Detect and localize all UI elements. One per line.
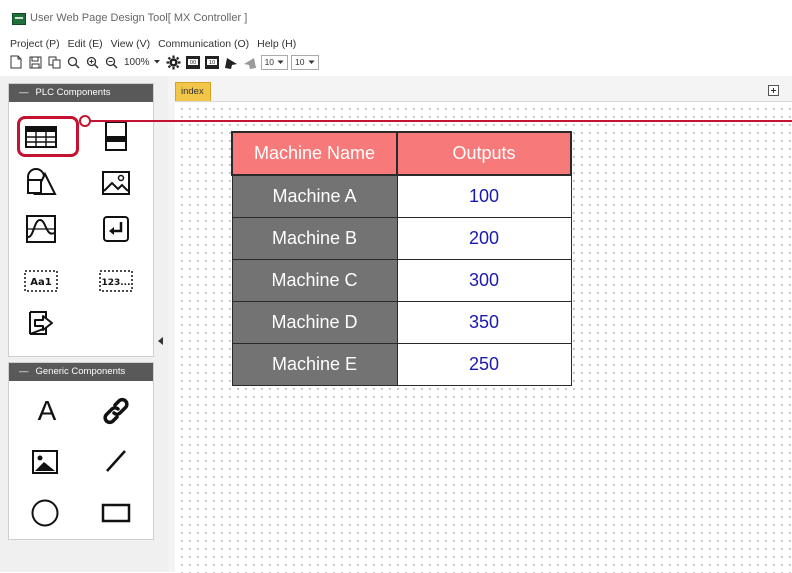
zoom-out-icon[interactable] <box>103 54 119 70</box>
zoom-level-select[interactable]: 100% <box>124 57 161 68</box>
svg-text:00: 00 <box>189 60 195 66</box>
machine-name-cell: Machine D <box>231 301 398 344</box>
line-icon[interactable] <box>99 446 133 476</box>
table-row: Machine E 250 <box>231 343 572 386</box>
text-display-label: Aa1 <box>30 277 51 288</box>
graph-icon[interactable] <box>24 214 58 244</box>
table-header-row: Machine Name Outputs <box>231 131 572 176</box>
new-file-icon[interactable] <box>8 54 24 70</box>
menu-communication[interactable]: Communication (O) <box>158 38 249 50</box>
plc-components-title: PLC Components <box>35 87 111 98</box>
output-value-cell: 200 <box>396 217 572 260</box>
font-size-select-1[interactable]: 10 <box>260 54 289 70</box>
numeric-display-icon[interactable]: 123... <box>99 266 133 296</box>
text-glyph: A <box>37 395 57 426</box>
numeric-display-label: 123... <box>101 278 130 288</box>
machine-output-table[interactable]: Machine Name Outputs Machine A 100 Machi… <box>231 131 572 386</box>
toolbar: 100% 00 10 10 10 <box>8 52 319 72</box>
output-value-cell: 250 <box>396 343 572 386</box>
lamp-icon[interactable] <box>99 121 133 151</box>
chevron-down-icon <box>308 60 315 64</box>
table-row: Machine D 350 <box>231 301 572 344</box>
text-icon[interactable]: A <box>32 395 62 426</box>
rectangle-icon[interactable] <box>99 498 133 528</box>
undo-icon[interactable] <box>223 54 239 70</box>
chevron-down-icon <box>153 60 160 64</box>
font-size-select-2[interactable]: 10 <box>291 54 319 70</box>
search-icon[interactable] <box>65 54 81 70</box>
redo-icon[interactable] <box>242 54 258 70</box>
plc-read-icon[interactable]: 00 <box>185 54 201 70</box>
table-row: Machine C 300 <box>231 259 572 302</box>
column-header-machine-name: Machine Name <box>231 131 398 176</box>
machine-name-cell: Machine C <box>231 259 398 302</box>
tab-index[interactable]: index <box>175 82 211 101</box>
link-icon[interactable] <box>99 396 133 426</box>
plc-components-header[interactable]: — PLC Components <box>9 84 153 102</box>
zoom-level: 100% <box>124 56 150 68</box>
app-icon <box>12 13 26 25</box>
table-row: Machine B 200 <box>231 217 572 260</box>
enter-icon[interactable] <box>99 214 133 244</box>
zoom-in-icon[interactable] <box>84 54 100 70</box>
collapse-panel-arrow-icon[interactable] <box>158 337 163 345</box>
plc-write-icon[interactable]: 10 <box>204 54 220 70</box>
menu-project[interactable]: Project (P) <box>10 38 60 50</box>
output-value-cell: 350 <box>396 301 572 344</box>
machine-name-cell: Machine B <box>231 217 398 260</box>
svg-text:10: 10 <box>208 60 214 66</box>
menu-help[interactable]: Help (H) <box>257 38 296 50</box>
machine-name-cell: Machine A <box>231 174 398 218</box>
title-bar: User Web Page Design Tool[ MX Controller… <box>0 0 792 34</box>
shapes-icon[interactable] <box>24 166 58 196</box>
machine-name-cell: Machine E <box>231 343 398 386</box>
circle-icon[interactable] <box>28 498 62 528</box>
output-value-cell: 100 <box>396 174 572 218</box>
save-icon[interactable] <box>27 54 43 70</box>
generic-components-header[interactable]: — Generic Components <box>9 363 153 381</box>
picture-icon[interactable] <box>28 447 62 477</box>
font-size-value-1: 10 <box>264 56 275 67</box>
font-size-value-2: 10 <box>295 56 305 67</box>
menu-bar: Project (P) Edit (E) View (V) Communicat… <box>10 38 296 50</box>
settings-gear-icon[interactable] <box>166 54 182 70</box>
copy-icon[interactable] <box>46 54 62 70</box>
menu-edit[interactable]: Edit (E) <box>68 38 103 50</box>
output-value-cell: 300 <box>396 259 572 302</box>
add-tab-icon[interactable] <box>768 85 779 96</box>
image-icon[interactable] <box>99 168 133 198</box>
callout-dot <box>79 115 91 127</box>
chevron-down-icon <box>277 60 284 64</box>
menu-view[interactable]: View (V) <box>111 38 150 50</box>
table-icon-highlight <box>17 116 79 157</box>
column-header-outputs: Outputs <box>396 131 572 176</box>
text-display-icon[interactable]: Aa1 <box>24 266 58 296</box>
screen-switch-icon[interactable] <box>24 308 58 338</box>
generic-components-title: Generic Components <box>35 366 126 377</box>
table-row: Machine A 100 <box>231 174 572 218</box>
window-title: User Web Page Design Tool[ MX Controller… <box>30 12 248 24</box>
callout-line <box>91 120 792 122</box>
